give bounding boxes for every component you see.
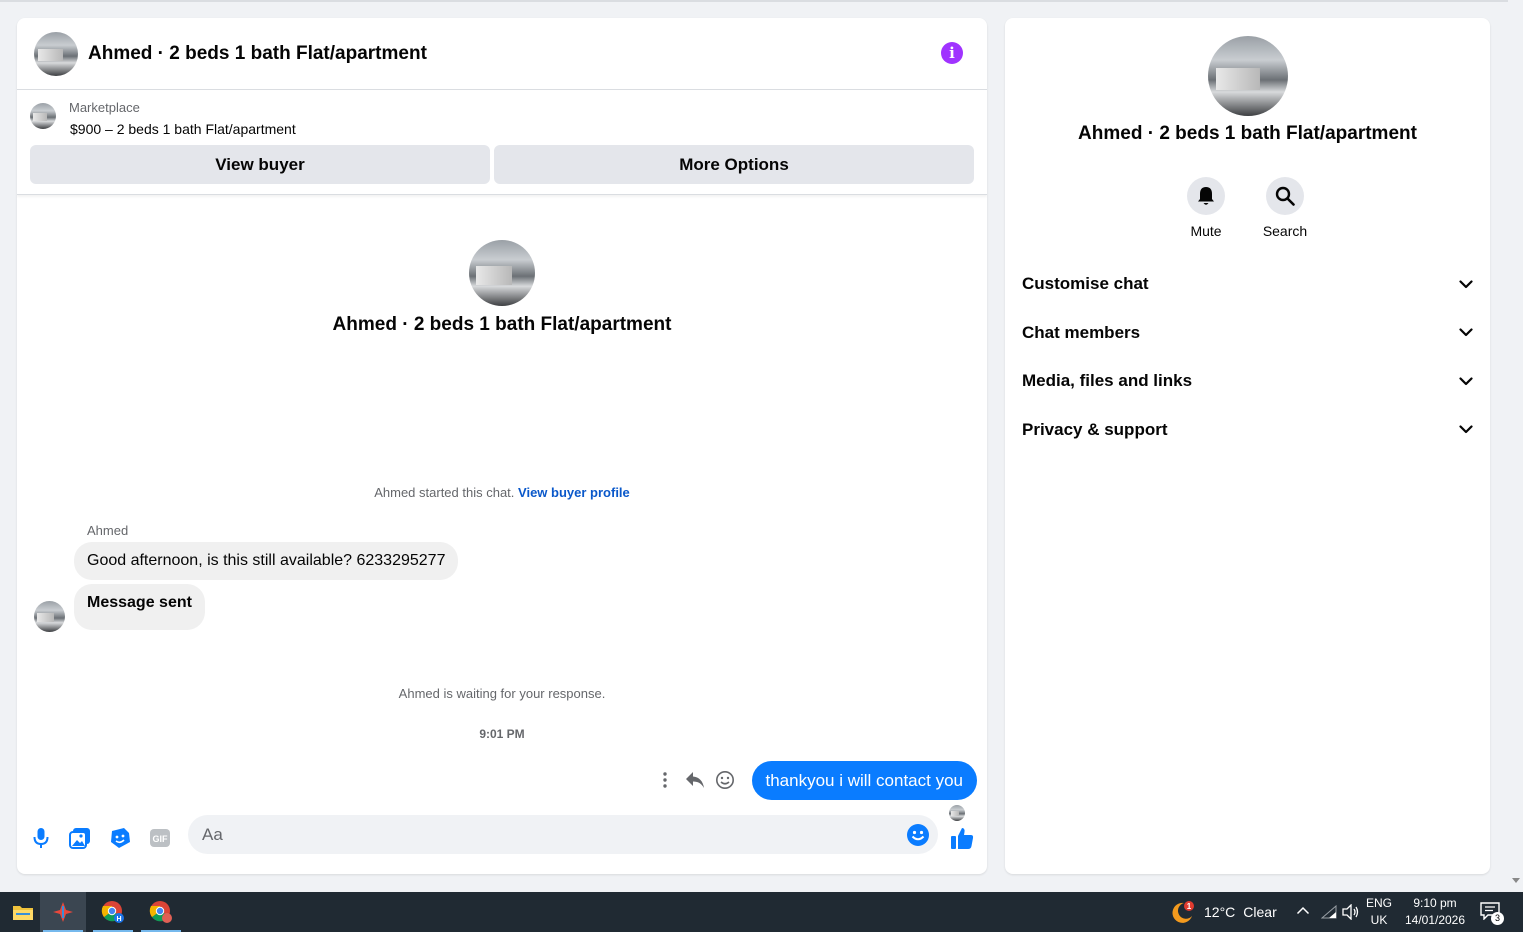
react-emoji-icon[interactable]	[713, 768, 737, 792]
gif-icon[interactable]: GIF	[148, 826, 172, 850]
page-scrollbar[interactable]	[1508, 0, 1523, 892]
app-icon[interactable]	[40, 892, 86, 932]
weather-widget[interactable]: 1 12°C Clear	[1170, 901, 1277, 923]
composer: GIF	[17, 812, 987, 874]
reply-icon[interactable]	[683, 768, 707, 792]
chevron-down-icon	[1459, 425, 1473, 434]
sender-avatar[interactable]	[34, 601, 65, 632]
sticker-icon[interactable]	[108, 826, 132, 850]
chat-panel: Ahmed · 2 beds 1 bath Flat/apartment i M…	[17, 18, 987, 874]
info-icon[interactable]: i	[941, 42, 963, 64]
chevron-down-icon	[1459, 377, 1473, 385]
more-icon[interactable]	[653, 768, 677, 792]
clock-time: 9:10 pm	[1413, 896, 1457, 910]
more-options-button[interactable]: More Options	[494, 145, 974, 184]
intro-title: Ahmed · 2 beds 1 bath Flat/apartment	[332, 314, 672, 335]
message-bubble-incoming[interactable]: Good afternoon, is this still available?…	[74, 542, 459, 580]
message-timestamp: 9:01 PM	[479, 727, 525, 741]
weather-temperature: 12°C	[1204, 904, 1236, 920]
chevron-down-icon	[1459, 280, 1473, 288]
section-privacy-support[interactable]: Privacy & support	[1005, 406, 1490, 455]
photo-attach-icon[interactable]	[68, 826, 92, 850]
search-button[interactable]: Search	[1255, 177, 1315, 239]
system-clock[interactable]: 9:10 pm 14/01/2026	[1402, 895, 1468, 929]
section-label: Chat members	[1022, 322, 1141, 342]
mute-label: Mute	[1190, 223, 1222, 239]
section-label: Customise chat	[1022, 274, 1149, 294]
section-media-files-links[interactable]: Media, files and links	[1005, 357, 1490, 406]
mute-button[interactable]: Mute	[1176, 177, 1236, 239]
chat-started-text: Ahmed started this chat.	[374, 485, 515, 500]
info-sections: Customise chat Chat members Media, files…	[1005, 260, 1490, 454]
moon-icon: 1	[1172, 901, 1194, 923]
intro-avatar	[469, 240, 535, 306]
clock-date: 14/01/2026	[1404, 913, 1466, 927]
svg-text:GIF: GIF	[153, 834, 169, 844]
marketplace-banner: Marketplace $900 – 2 beds 1 bath Flat/ap…	[17, 90, 987, 195]
window-top-border	[0, 0, 1508, 2]
language-code: ENG	[1366, 896, 1393, 910]
notifications-icon[interactable]: 3	[1480, 902, 1504, 925]
network-icon[interactable]	[1320, 904, 1337, 922]
chat-title[interactable]: Ahmed · 2 beds 1 bath Flat/apartment	[88, 43, 427, 65]
show-hidden-icons-chevron-up-icon[interactable]	[1296, 904, 1310, 918]
section-chat-members[interactable]: Chat members	[1005, 309, 1490, 358]
scroll-down-arrow-icon[interactable]	[1512, 878, 1520, 883]
chat-avatar[interactable]	[34, 31, 78, 76]
section-label: Privacy & support	[1022, 419, 1168, 439]
message-input-wrapper	[188, 815, 938, 854]
keyboard-layout: UK	[1370, 913, 1388, 927]
view-buyer-profile-link[interactable]: View buyer profile	[518, 485, 630, 500]
sender-name: Ahmed	[87, 523, 129, 538]
chat-info-panel: Ahmed · 2 beds 1 bath Flat/apartment Mut…	[1005, 18, 1490, 874]
section-label: Media, files and links	[1022, 371, 1193, 391]
chrome-profile-h-icon[interactable]: H	[90, 892, 136, 932]
marketplace-label: Marketplace	[69, 100, 140, 115]
chevron-down-icon	[1459, 328, 1473, 337]
search-icon	[1266, 177, 1304, 215]
message-bubble-outgoing[interactable]: thankyou i will contact you	[751, 761, 977, 800]
profile-avatar[interactable]	[1208, 36, 1288, 116]
bell-icon	[1187, 177, 1225, 215]
message-bubble-incoming[interactable]: Message sent	[74, 584, 205, 630]
thumbs-up-icon[interactable]	[950, 826, 974, 850]
listing-price-title: $900 – 2 beds 1 bath Flat/apartment	[70, 121, 296, 137]
volume-icon[interactable]	[1342, 903, 1360, 923]
waiting-notice: Ahmed is waiting for your response.	[398, 686, 606, 701]
weather-condition: Clear	[1243, 904, 1277, 920]
chat-header: Ahmed · 2 beds 1 bath Flat/apartment i	[17, 18, 987, 90]
input-language[interactable]: ENG UK	[1366, 895, 1392, 929]
chat-started-notice: Ahmed started this chat. View buyer prof…	[17, 485, 987, 500]
notification-count: 3	[1491, 912, 1504, 925]
microphone-icon[interactable]	[29, 826, 53, 850]
emoji-icon[interactable]	[906, 823, 930, 847]
listing-thumbnail	[30, 103, 56, 129]
message-actions	[653, 768, 737, 792]
section-customise-chat[interactable]: Customise chat	[1005, 260, 1490, 309]
svg-text:H: H	[116, 916, 121, 923]
chrome-icon[interactable]	[138, 892, 184, 932]
svg-text:1: 1	[1187, 902, 1192, 911]
profile-title: Ahmed · 2 beds 1 bath Flat/apartment	[1078, 123, 1417, 144]
search-label: Search	[1262, 223, 1308, 239]
message-input[interactable]	[202, 815, 882, 854]
view-buyer-button[interactable]: View buyer	[30, 145, 490, 184]
windows-taskbar: H 1 12°C Clear ENG UK 9:10 pm 14/01/2026…	[0, 892, 1523, 932]
